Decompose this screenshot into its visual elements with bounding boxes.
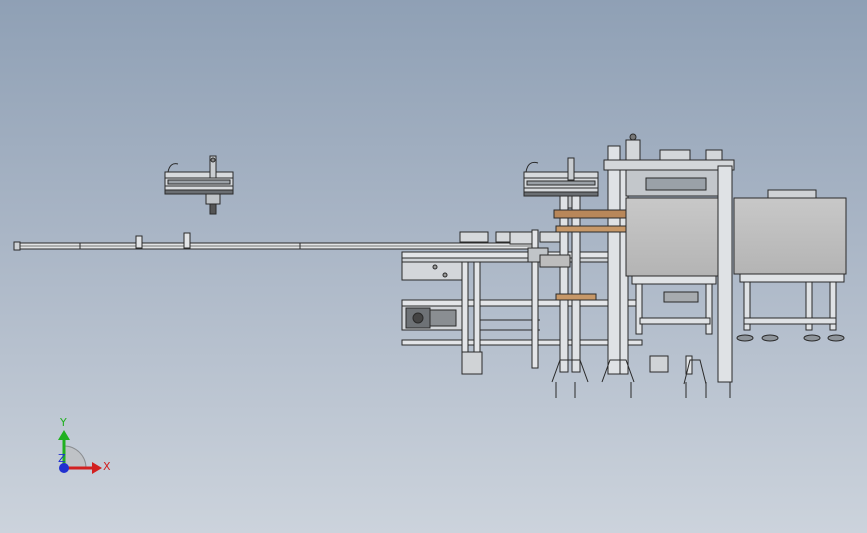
cad-viewport[interactable]: Y X Z bbox=[0, 0, 867, 533]
cabinet-right[interactable] bbox=[733, 189, 847, 342]
z-axis-label: Z bbox=[58, 452, 66, 465]
long-guide-rail[interactable] bbox=[13, 232, 539, 251]
y-axis-arrowhead bbox=[58, 430, 70, 440]
drive-motor[interactable] bbox=[405, 307, 457, 329]
x-axis-label: X bbox=[103, 460, 111, 473]
y-axis-label: Y bbox=[59, 416, 67, 429]
conveyor-frame[interactable] bbox=[401, 229, 643, 375]
gantry-module-left[interactable] bbox=[164, 155, 234, 215]
floor-anchors bbox=[555, 382, 731, 398]
cabinet-middle[interactable] bbox=[625, 165, 733, 385]
assembly-drawing[interactable]: Y X Z bbox=[0, 0, 867, 533]
coordinate-triad[interactable]: Y X Z bbox=[58, 416, 111, 474]
sensor-blocks[interactable] bbox=[459, 231, 565, 245]
x-axis-arrowhead bbox=[92, 462, 102, 474]
